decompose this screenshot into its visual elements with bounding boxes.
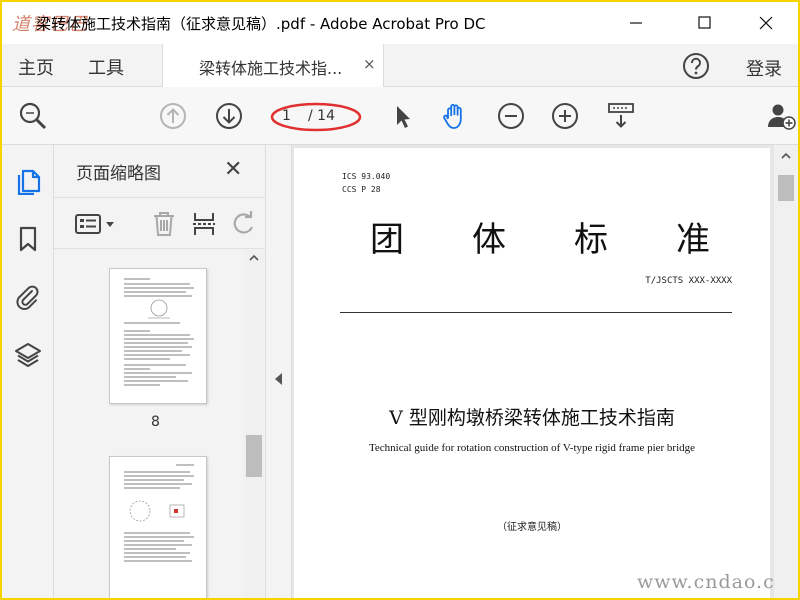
page-number-control[interactable]: 1 / 14 <box>270 102 362 132</box>
ics-code: ICS 93.040 <box>342 172 391 181</box>
attachment-icon <box>16 285 39 310</box>
tab-bar: 主页 工具 梁转体施工技术指... × 登录 <box>2 44 798 87</box>
login-button[interactable]: 登录 <box>746 55 782 81</box>
scrollbar-graphic <box>778 152 794 201</box>
document-view[interactable]: ICS 93.040 CCS P 28 团 体 标 准 T/JSCTS XXX-… <box>292 145 774 598</box>
help-button[interactable] <box>682 52 710 80</box>
page-down-icon <box>216 103 242 129</box>
layers-icon <box>15 343 41 367</box>
tab-tools[interactable]: 工具 <box>88 54 124 80</box>
select-tool-button[interactable] <box>388 101 418 131</box>
minimize-button[interactable] <box>612 2 658 44</box>
insert-pages-icon <box>193 213 215 235</box>
keyboard-scroll-button[interactable] <box>606 101 636 131</box>
thumbnail-preview <box>124 464 194 562</box>
maximize-button[interactable] <box>682 2 728 44</box>
thumbnail-page-9[interactable] <box>109 456 207 598</box>
tab-home[interactable]: 主页 <box>18 54 54 80</box>
draft-note: （征求意见稿） <box>497 522 567 533</box>
share-user-button[interactable] <box>766 101 796 131</box>
standard-heading: 团 体 标 准 <box>370 212 710 261</box>
total-pages-label: / 14 <box>308 108 335 124</box>
zoom-out-icon <box>498 103 524 129</box>
options-menu-icon <box>75 214 114 234</box>
zoom-in-button[interactable] <box>550 101 580 131</box>
tab-document[interactable]: 梁转体施工技术指... × <box>162 44 384 87</box>
classification-codes: ICS 93.040 CCS P 28 <box>342 170 390 196</box>
chinese-title: V 型刚构墩桥梁转体施工技术指南 <box>389 407 675 429</box>
thumbnail-list: 8 <box>54 250 244 598</box>
thumbnail-options-button[interactable] <box>74 210 120 238</box>
zoom-out-button[interactable] <box>496 101 526 131</box>
thumbnails-toolbar <box>54 197 266 249</box>
delete-page-button[interactable] <box>150 210 178 238</box>
layers-button[interactable] <box>14 341 42 369</box>
thumbnail-scrollbar[interactable] <box>244 250 264 598</box>
document-page: ICS 93.040 CCS P 28 团 体 标 准 T/JSCTS XXX-… <box>294 148 770 598</box>
heading-char: 体 <box>472 220 506 260</box>
page-thumbnails-panel: 页面缩略图 ✕ 8 <box>54 145 266 598</box>
thumbnail-page-8[interactable] <box>109 268 207 404</box>
trash-icon <box>154 212 174 236</box>
english-title: Technical guide for rotation constructio… <box>368 442 696 454</box>
thumbnail-preview <box>124 278 194 386</box>
close-icon <box>759 16 773 30</box>
current-page-input[interactable]: 1 <box>282 108 291 124</box>
keyboard-scroll-icon <box>608 103 634 128</box>
add-user-icon <box>768 104 796 130</box>
title-bar: 道客巴巴 梁转体施工技术指南（征求意见稿）.pdf - Adobe Acroba… <box>2 2 798 44</box>
close-window-button[interactable] <box>748 2 794 44</box>
panel-title: 页面缩略图 <box>76 164 161 184</box>
main-toolbar: 1 / 14 <box>2 87 798 145</box>
document-tab-label: 梁转体施工技术指... <box>199 59 343 78</box>
heading-char: 标 <box>574 220 608 260</box>
rotate-icon <box>233 211 254 234</box>
scrollbar-graphic <box>246 254 262 477</box>
insert-page-button[interactable] <box>190 210 218 238</box>
left-navigation-rail <box>2 145 54 598</box>
zoom-search-button[interactable] <box>18 101 48 131</box>
rotate-page-button[interactable] <box>230 210 258 238</box>
header-rule <box>340 312 732 313</box>
select-cursor-icon <box>397 106 410 128</box>
heading-char: 准 <box>676 220 710 260</box>
close-panel-icon[interactable]: ✕ <box>224 157 242 182</box>
thumbnail-page-label: 8 <box>151 414 160 430</box>
zoom-in-icon <box>552 103 578 129</box>
minimize-icon <box>630 22 642 24</box>
acrobat-window: 道客巴巴 梁转体施工技术指南（征求意见稿）.pdf - Adobe Acroba… <box>2 2 798 598</box>
collapse-arrow-icon[interactable] <box>275 373 282 385</box>
window-title: 梁转体施工技术指南（征求意见稿）.pdf - Adobe Acrobat Pro… <box>36 15 486 33</box>
previous-page-button[interactable] <box>158 101 188 131</box>
panel-splitter[interactable] <box>266 145 292 598</box>
zoom-search-icon <box>19 102 47 130</box>
site-watermark: www.cndao.com <box>637 571 774 593</box>
hand-tool-button[interactable] <box>440 101 470 131</box>
page-up-icon <box>160 103 186 129</box>
heading-char: 团 <box>370 220 404 260</box>
page-thumbnails-button[interactable] <box>14 167 42 196</box>
attachments-button[interactable] <box>14 283 42 311</box>
ccs-code: CCS P 28 <box>342 185 381 194</box>
standard-number: T/JSCTS XXX-XXXX <box>645 276 732 286</box>
bookmark-icon <box>19 226 37 252</box>
close-tab-icon[interactable]: × <box>363 55 376 73</box>
page-thumbnails-icon <box>17 169 41 196</box>
document-scrollbar[interactable] <box>774 145 798 598</box>
next-page-button[interactable] <box>214 101 244 131</box>
bookmarks-button[interactable] <box>14 225 42 253</box>
hand-tool-icon <box>443 104 462 129</box>
help-icon <box>683 53 709 79</box>
maximize-icon <box>698 16 711 29</box>
